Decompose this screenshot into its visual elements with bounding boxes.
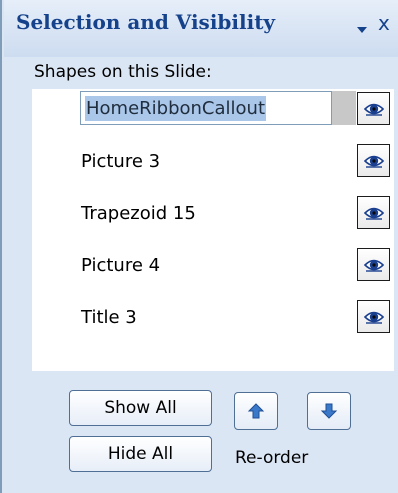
shape-row[interactable]: Picture 4	[32, 245, 394, 285]
visibility-toggle[interactable]	[357, 300, 390, 333]
shape-name: HomeRibbonCallout	[85, 96, 267, 121]
eye-icon	[363, 155, 385, 168]
move-up-button[interactable]	[234, 392, 278, 430]
shape-list: HomeRibbonCallout Picture 3 Trapezoid 15…	[32, 89, 394, 371]
close-icon[interactable]: x	[378, 11, 398, 37]
visibility-toggle[interactable]	[357, 196, 390, 229]
shape-name: Title 3	[81, 307, 137, 328]
arrow-up-icon	[247, 403, 265, 419]
shapes-on-slide-label: Shapes on this Slide:	[34, 62, 212, 82]
shape-name-field[interactable]: HomeRibbonCallout	[80, 91, 332, 125]
selection-strip	[332, 91, 356, 125]
arrow-down-icon	[320, 403, 338, 419]
shape-name: Trapezoid 15	[81, 203, 196, 224]
shape-name: Picture 4	[81, 255, 161, 276]
shape-row[interactable]: Trapezoid 15	[32, 193, 394, 233]
visibility-toggle[interactable]	[357, 144, 390, 177]
eye-icon	[363, 311, 385, 324]
eye-icon	[363, 207, 385, 220]
pane-title: Selection and Visibility	[16, 10, 276, 34]
selection-pane: Selection and Visibility x Shapes on thi…	[0, 0, 398, 493]
visibility-toggle[interactable]	[357, 92, 390, 125]
show-all-button[interactable]: Show All	[69, 390, 212, 426]
shape-row[interactable]: Title 3	[32, 297, 394, 337]
shape-name: Picture 3	[81, 151, 161, 172]
hide-all-button[interactable]: Hide All	[69, 436, 212, 472]
shape-row[interactable]: Picture 3	[32, 141, 394, 181]
visibility-toggle[interactable]	[357, 248, 390, 281]
move-down-button[interactable]	[307, 392, 351, 430]
eye-icon	[363, 103, 385, 116]
pane-title-bar: Selection and Visibility x	[4, 0, 398, 57]
chevron-down-icon[interactable]	[354, 22, 370, 38]
shape-row[interactable]: HomeRibbonCallout	[32, 89, 394, 129]
reorder-label: Re-order	[235, 448, 309, 468]
eye-icon	[363, 259, 385, 272]
